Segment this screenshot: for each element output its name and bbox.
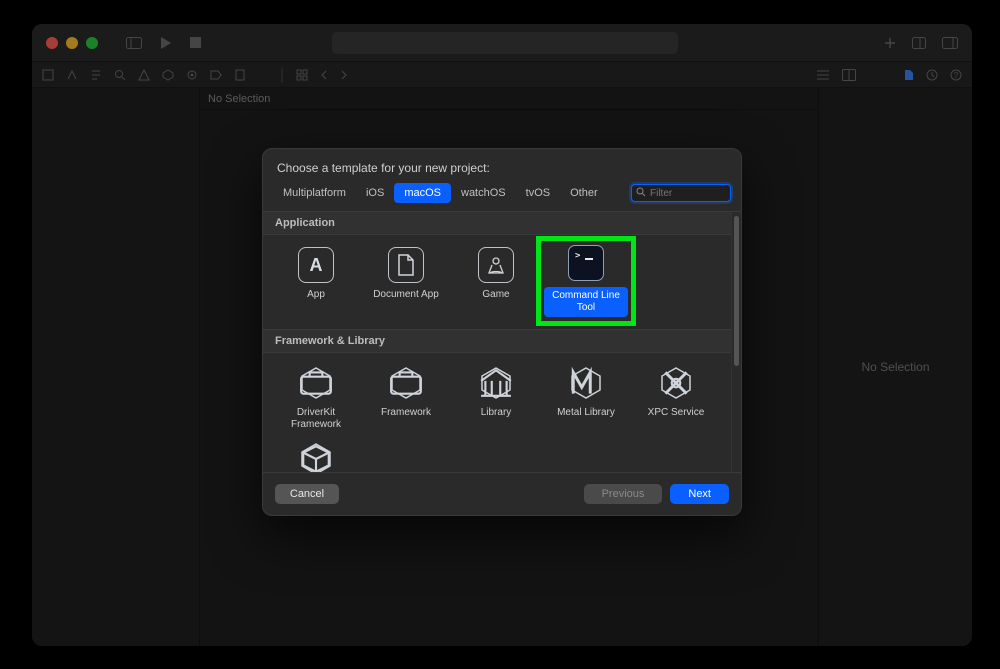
template-filter-field[interactable] bbox=[631, 184, 731, 202]
template-bundle[interactable]: Bundle bbox=[273, 439, 359, 472]
platform-tabs: Multiplatform iOS macOS watchOS tvOS Oth… bbox=[263, 183, 741, 211]
template-label: Command Line Tool bbox=[544, 287, 628, 317]
next-button[interactable]: Next bbox=[670, 484, 729, 504]
metal-icon bbox=[568, 365, 604, 401]
document-icon bbox=[388, 247, 424, 283]
sheet-scrollbar-thumb[interactable] bbox=[734, 216, 739, 366]
new-project-sheet: Choose a template for your new project: … bbox=[262, 148, 742, 516]
platform-tab-tvos[interactable]: tvOS bbox=[516, 183, 560, 203]
game-icon bbox=[478, 247, 514, 283]
library-icon bbox=[478, 365, 514, 401]
template-metal-library[interactable]: Metal Library bbox=[543, 363, 629, 435]
platform-tab-ios[interactable]: iOS bbox=[356, 183, 394, 203]
platform-tab-macos[interactable]: macOS bbox=[394, 183, 451, 203]
terminal-icon: > bbox=[568, 245, 604, 281]
cancel-button[interactable]: Cancel bbox=[275, 484, 339, 504]
template-game[interactable]: Game bbox=[453, 245, 539, 317]
toolbox-icon bbox=[298, 365, 334, 401]
bundle-icon bbox=[298, 441, 334, 472]
sheet-title: Choose a template for your new project: bbox=[263, 149, 741, 183]
platform-tab-multiplatform[interactable]: Multiplatform bbox=[273, 183, 356, 203]
toolbox-icon bbox=[388, 365, 424, 401]
xcode-window: | ? No Selection No Selection Choose a t… bbox=[32, 24, 972, 646]
section-header-application: Application bbox=[263, 212, 731, 235]
template-label: App bbox=[307, 289, 325, 301]
sheet-scrollbar[interactable] bbox=[731, 212, 741, 472]
template-label: Library bbox=[481, 407, 512, 419]
template-document-app[interactable]: Document App bbox=[363, 245, 449, 317]
template-label: Document App bbox=[373, 289, 439, 301]
template-label: DriverKit Framework bbox=[274, 407, 358, 431]
template-label: Game bbox=[482, 289, 509, 301]
template-library[interactable]: Library bbox=[453, 363, 539, 435]
template-xpc-service[interactable]: XPC Service bbox=[633, 363, 719, 435]
template-grid-framework: DriverKit Framework Framework bbox=[263, 353, 731, 472]
template-command-line-tool[interactable]: > Command Line Tool bbox=[536, 236, 636, 326]
section-header-framework: Framework & Library bbox=[263, 329, 731, 353]
filter-icon bbox=[636, 187, 646, 200]
platform-tab-other[interactable]: Other bbox=[560, 183, 608, 203]
template-scroll-area: Application A App Document App bbox=[263, 211, 741, 473]
platform-tab-watchos[interactable]: watchOS bbox=[451, 183, 516, 203]
template-label: Metal Library bbox=[557, 407, 615, 419]
template-label: XPC Service bbox=[648, 407, 705, 419]
template-framework[interactable]: Framework bbox=[363, 363, 449, 435]
template-grid-application: A App Document App Game bbox=[263, 235, 731, 329]
xpc-icon bbox=[658, 365, 694, 401]
template-driverkit-framework[interactable]: DriverKit Framework bbox=[273, 363, 359, 435]
sheet-footer: Cancel Previous Next bbox=[263, 473, 741, 515]
template-filter-input[interactable] bbox=[650, 188, 782, 199]
previous-button[interactable]: Previous bbox=[584, 484, 663, 504]
template-app[interactable]: A App bbox=[273, 245, 359, 317]
template-label: Framework bbox=[381, 407, 431, 419]
app-icon: A bbox=[298, 247, 334, 283]
